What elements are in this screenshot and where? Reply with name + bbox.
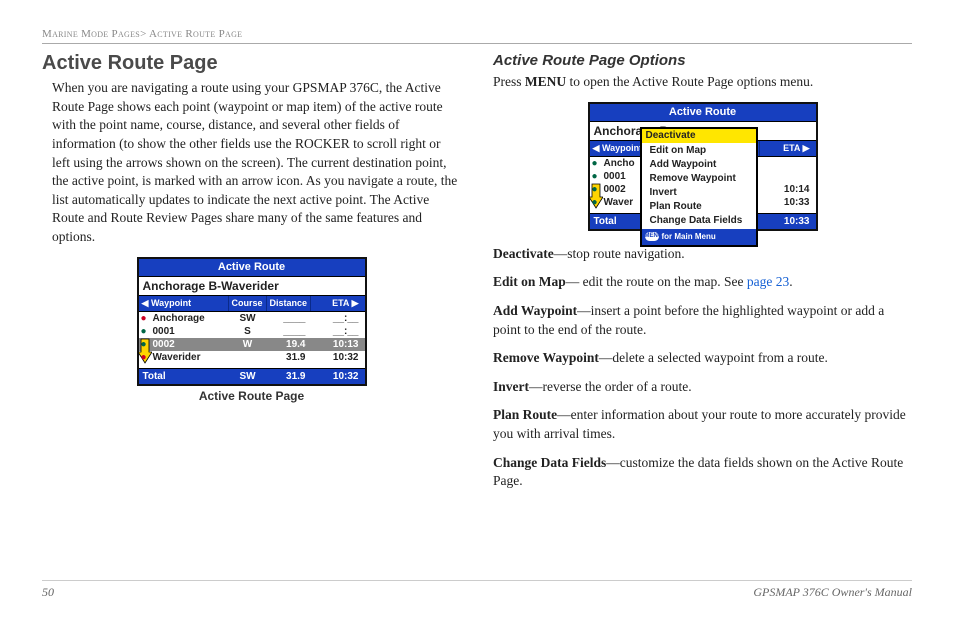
device-title: Active Route xyxy=(139,259,365,277)
menu-item[interactable]: Plan Route xyxy=(646,200,752,214)
option-description: Change Data Fields—customize the data fi… xyxy=(493,454,912,491)
waypoint-icon: ● xyxy=(141,351,147,364)
waypoint-icon: ● xyxy=(141,312,147,325)
breadcrumb-page: Active Route Page xyxy=(149,28,242,40)
menu-item[interactable]: Remove Waypoint xyxy=(646,172,752,186)
page-link[interactable]: page 23 xyxy=(747,274,789,289)
waypoint-icon: ● xyxy=(141,338,147,351)
device-screenshot: Active Route Anchorage B-Waverider ◀ Way… xyxy=(137,257,367,386)
menu-item-deactivate[interactable]: Deactivate xyxy=(642,129,756,143)
options-list: Deactivate—stop route navigation. Edit on… xyxy=(493,245,912,491)
option-description: Plan Route—enter information about your … xyxy=(493,406,912,443)
figure-caption: Active Route Page xyxy=(42,389,461,403)
table-row: ●0001S______:__ xyxy=(139,325,365,338)
scroll-right-icon: ▶ xyxy=(352,298,359,308)
breadcrumb: Marine Mode Pages> Active Route Page xyxy=(42,28,912,44)
options-popup-menu: Deactivate Edit on MapAdd WaypointRemove… xyxy=(640,127,758,247)
table-row: ●AnchorageSW______:__ xyxy=(139,312,365,325)
breadcrumb-section: Marine Mode Pages xyxy=(42,28,140,40)
waypoint-icon: ● xyxy=(141,325,147,338)
option-description: Edit on Map— edit the route on the map. … xyxy=(493,273,912,292)
option-description: Invert—reverse the order of a route. xyxy=(493,378,912,397)
figure-options-menu: Active Route Anchorage B ◀ Waypoint x ic… xyxy=(493,102,912,231)
menu-button-icon: MENU xyxy=(645,232,659,241)
page-title: Active Route Page xyxy=(42,52,461,75)
table-header: ◀ Waypoint Course Distance ETA ▶ xyxy=(139,296,365,312)
table-row: ●Waverider31.910:32 xyxy=(139,351,365,364)
page-footer: 50 GPSMAP 376C Owner's Manual xyxy=(42,580,912,600)
total-row: Total SW 31.9 10:32 xyxy=(139,368,365,384)
option-description: Add Waypoint—insert a point before the h… xyxy=(493,302,912,339)
manual-title: GPSMAP 376C Owner's Manual xyxy=(753,585,912,600)
options-intro: Press MENU to open the Active Route Page… xyxy=(493,73,912,92)
right-column: Active Route Page Options Press MENU to … xyxy=(493,52,912,501)
waypoint-list: ●AnchorageSW______:__●0001S______:__●000… xyxy=(139,312,365,368)
page-number: 50 xyxy=(42,585,54,600)
intro-paragraph: When you are navigating a route using yo… xyxy=(42,79,461,247)
menu-item[interactable]: Add Waypoint xyxy=(646,158,752,172)
route-name: Anchorage B-Waverider xyxy=(139,277,365,296)
left-column: Active Route Page When you are navigatin… xyxy=(42,52,461,501)
menu-item[interactable]: Invert xyxy=(646,186,752,200)
device-screenshot-options: Active Route Anchorage B ◀ Waypoint x ic… xyxy=(588,102,818,231)
menu-item[interactable]: Change Data Fields xyxy=(646,214,752,228)
scroll-left-icon: ◀ xyxy=(142,298,149,308)
options-heading: Active Route Page Options xyxy=(493,52,912,69)
option-description: Remove Waypoint—delete a selected waypoi… xyxy=(493,349,912,368)
figure-active-route: Active Route Anchorage B-Waverider ◀ Way… xyxy=(42,257,461,403)
table-row: ●0002W19.410:13 xyxy=(139,338,365,351)
menu-item[interactable]: Edit on Map xyxy=(646,144,752,158)
option-description: Deactivate—stop route navigation. xyxy=(493,245,912,264)
menu-hint: MENU for Main Menu xyxy=(642,229,756,245)
